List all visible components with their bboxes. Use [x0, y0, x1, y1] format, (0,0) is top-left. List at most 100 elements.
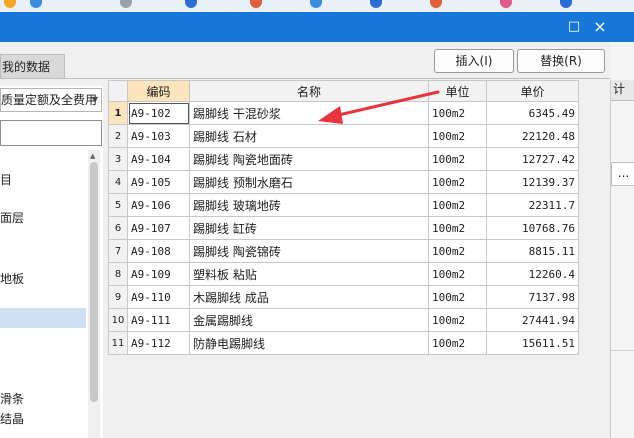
cell-code[interactable]: A9-112 — [127, 331, 190, 355]
app-icon[interactable] — [120, 0, 132, 8]
table-row[interactable]: 5 A9-106 踢脚线 玻璃地砖 100m2 22311.7 — [108, 193, 579, 217]
cell-unit[interactable]: 100m2 — [428, 239, 487, 263]
row-number[interactable]: 2 — [108, 124, 128, 148]
cell-name[interactable]: 踢脚线 缸砖 — [189, 216, 429, 240]
app-icon[interactable] — [500, 0, 512, 8]
row-number[interactable]: 10 — [108, 308, 128, 332]
app-icon[interactable] — [4, 0, 16, 8]
app-icon[interactable] — [370, 0, 382, 8]
cell-price[interactable]: 15611.51 — [486, 331, 579, 355]
table-row[interactable]: 8 A9-109 塑料板 粘贴 100m2 12260.4 — [108, 262, 579, 286]
cell-unit[interactable]: 100m2 — [428, 193, 487, 217]
cell-name[interactable]: 踢脚线 陶瓷锦砖 — [189, 239, 429, 263]
cell-price[interactable]: 12727.42 — [486, 147, 579, 171]
tree-item[interactable]: 地板 — [0, 270, 24, 287]
tree-item[interactable]: 面层 — [0, 209, 24, 226]
cell-unit[interactable]: 100m2 — [428, 101, 487, 125]
cell-code[interactable]: A9-105 — [127, 170, 190, 194]
column-header-name[interactable]: 名称 — [189, 80, 429, 102]
table-row[interactable]: 3 A9-104 踢脚线 陶瓷地面砖 100m2 12727.42 — [108, 147, 579, 171]
cell-code[interactable]: A9-111 — [127, 308, 190, 332]
quota-table: 编码 名称 单位 单价 1 A9-102 踢脚线 干混砂浆 100m2 6345.49 2… — [108, 80, 579, 355]
maximize-button[interactable]: □ — [564, 18, 584, 36]
replace-button[interactable]: 替换(R) — [517, 49, 605, 73]
column-header-price[interactable]: 单价 — [486, 80, 579, 102]
cell-name[interactable]: 金属踢脚线 — [189, 308, 429, 332]
column-header-code[interactable]: 编码 — [127, 80, 190, 102]
cell-unit[interactable]: 100m2 — [428, 262, 487, 286]
table-row[interactable]: 6 A9-107 踢脚线 缸砖 100m2 10768.76 — [108, 216, 579, 240]
tree-search-input[interactable] — [0, 120, 102, 146]
cell-price[interactable]: 7137.98 — [486, 285, 579, 309]
row-number[interactable]: 5 — [108, 193, 128, 217]
app-icon[interactable] — [185, 0, 197, 8]
tree-item[interactable]: 滑条 — [0, 390, 24, 407]
app-icon[interactable] — [250, 0, 262, 8]
app-icon[interactable] — [30, 0, 42, 8]
cell-code[interactable]: A9-108 — [127, 239, 190, 263]
table-row[interactable]: 2 A9-103 踢脚线 石材 100m2 22120.48 — [108, 124, 579, 148]
row-number[interactable]: 1 — [108, 101, 128, 125]
table-row[interactable]: 9 A9-110 木踢脚线 成品 100m2 7137.98 — [108, 285, 579, 309]
cell-code[interactable]: A9-103 — [127, 124, 190, 148]
scrollbar-thumb[interactable] — [90, 162, 98, 402]
row-number[interactable]: 8 — [108, 262, 128, 286]
tree-item[interactable]: 结晶 — [0, 410, 24, 427]
cell-price[interactable]: 8815.11 — [486, 239, 579, 263]
cell-name[interactable]: 木踢脚线 成品 — [189, 285, 429, 309]
tree-scrollbar[interactable]: ▲ — [88, 150, 100, 438]
app-icon[interactable] — [560, 0, 572, 8]
cell-code[interactable]: A9-106 — [127, 193, 190, 217]
row-number[interactable]: 11 — [108, 331, 128, 355]
tree-item-selected[interactable] — [0, 308, 86, 328]
app-icon[interactable] — [310, 0, 322, 8]
app-icon[interactable] — [430, 0, 442, 8]
table-row[interactable]: 4 A9-105 踢脚线 预制水磨石 100m2 12139.37 — [108, 170, 579, 194]
chevron-down-icon[interactable]: ▼ — [92, 89, 98, 111]
column-header-unit[interactable]: 单位 — [428, 80, 487, 102]
cell-name[interactable]: 防静电踢脚线 — [189, 331, 429, 355]
table-row[interactable]: 7 A9-108 踢脚线 陶瓷锦砖 100m2 8815.11 — [108, 239, 579, 263]
cell-name[interactable]: 踢脚线 石材 — [189, 124, 429, 148]
table-row[interactable]: 10 A9-111 金属踢脚线 100m2 27441.94 — [108, 308, 579, 332]
cell-code[interactable]: A9-109 — [127, 262, 190, 286]
cell-price[interactable]: 12260.4 — [486, 262, 579, 286]
close-button[interactable]: × — [590, 18, 610, 36]
insert-button[interactable]: 插入(I) — [434, 49, 514, 73]
cell-unit[interactable]: 100m2 — [428, 147, 487, 171]
cell-name[interactable]: 踢脚线 玻璃地砖 — [189, 193, 429, 217]
cell-code[interactable]: A9-110 — [127, 285, 190, 309]
cell-unit[interactable]: 100m2 — [428, 216, 487, 240]
cell-name[interactable]: 塑料板 粘贴 — [189, 262, 429, 286]
row-number[interactable]: 3 — [108, 147, 128, 171]
cell-code[interactable]: A9-102 — [127, 101, 190, 125]
table-row[interactable]: 11 A9-112 防静电踢脚线 100m2 15611.51 — [108, 331, 579, 355]
cell-unit[interactable]: 100m2 — [428, 308, 487, 332]
tab-my-data[interactable]: 我的数据 — [0, 54, 65, 79]
cell-price[interactable]: 22120.48 — [486, 124, 579, 148]
cell-price[interactable]: 27441.94 — [486, 308, 579, 332]
cell-price[interactable]: 6345.49 — [486, 101, 579, 125]
row-number[interactable]: 9 — [108, 285, 128, 309]
cell-price[interactable]: 22311.7 — [486, 193, 579, 217]
cell-price[interactable]: 10768.76 — [486, 216, 579, 240]
quota-library-select[interactable]: 质量定额及全费用 ▼ — [0, 88, 102, 112]
row-number[interactable]: 6 — [108, 216, 128, 240]
cell-unit[interactable]: 100m2 — [428, 170, 487, 194]
row-number[interactable]: 7 — [108, 239, 128, 263]
more-button[interactable]: ... — [611, 162, 634, 186]
cell-unit[interactable]: 100m2 — [428, 285, 487, 309]
tree-item[interactable]: 目 — [0, 171, 12, 188]
cell-unit[interactable]: 100m2 — [428, 124, 487, 148]
cell-name[interactable]: 踢脚线 预制水磨石 — [189, 170, 429, 194]
cell-code[interactable]: A9-104 — [127, 147, 190, 171]
cell-price[interactable]: 12139.37 — [486, 170, 579, 194]
table-row[interactable]: 1 A9-102 踢脚线 干混砂浆 100m2 6345.49 — [108, 101, 579, 125]
cell-unit[interactable]: 100m2 — [428, 331, 487, 355]
cell-code[interactable]: A9-107 — [127, 216, 190, 240]
quota-library-value: 质量定额及全费用 — [1, 93, 98, 107]
scroll-up-icon[interactable]: ▲ — [90, 152, 95, 160]
row-number[interactable]: 4 — [108, 170, 128, 194]
cell-name[interactable]: 踢脚线 陶瓷地面砖 — [189, 147, 429, 171]
cell-name[interactable]: 踢脚线 干混砂浆 — [189, 101, 429, 125]
